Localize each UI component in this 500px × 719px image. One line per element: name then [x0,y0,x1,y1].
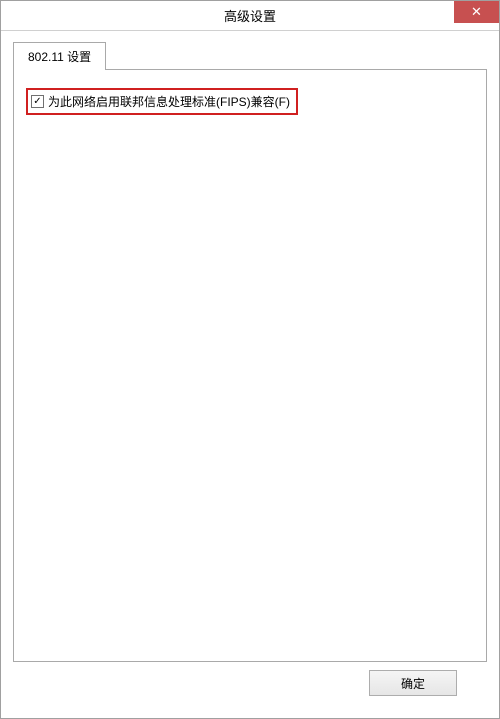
checkmark-icon: ✓ [33,97,41,107]
fips-checkbox-row[interactable]: ✓ 为此网络启用联邦信息处理标准(FIPS)兼容(F) [31,93,290,110]
tab-panel: ✓ 为此网络启用联邦信息处理标准(FIPS)兼容(F) [13,69,487,662]
tab-header: 802.11 设置 [13,41,487,69]
fips-checkbox[interactable]: ✓ [31,95,44,108]
content-area: 802.11 设置 ✓ 为此网络启用联邦信息处理标准(FIPS)兼容(F) 确定 [1,31,499,718]
window-title: 高级设置 [1,6,499,25]
dialog-window: 高级设置 ✕ 802.11 设置 ✓ 为此网络启用联邦信息处理标准(FIPS)兼… [0,0,500,719]
highlight-annotation: ✓ 为此网络启用联邦信息处理标准(FIPS)兼容(F) [26,88,298,115]
tab-80211-settings[interactable]: 802.11 设置 [13,42,106,70]
ok-button[interactable]: 确定 [369,670,457,696]
tab-label: 802.11 设置 [28,50,91,64]
close-button[interactable]: ✕ [454,1,499,23]
titlebar: 高级设置 ✕ [1,1,499,31]
close-icon: ✕ [471,4,482,20]
fips-checkbox-label: 为此网络启用联邦信息处理标准(FIPS)兼容(F) [48,93,290,110]
tab-container: 802.11 设置 ✓ 为此网络启用联邦信息处理标准(FIPS)兼容(F) [13,41,487,662]
ok-button-label: 确定 [401,675,425,692]
button-row: 确定 [13,662,487,708]
